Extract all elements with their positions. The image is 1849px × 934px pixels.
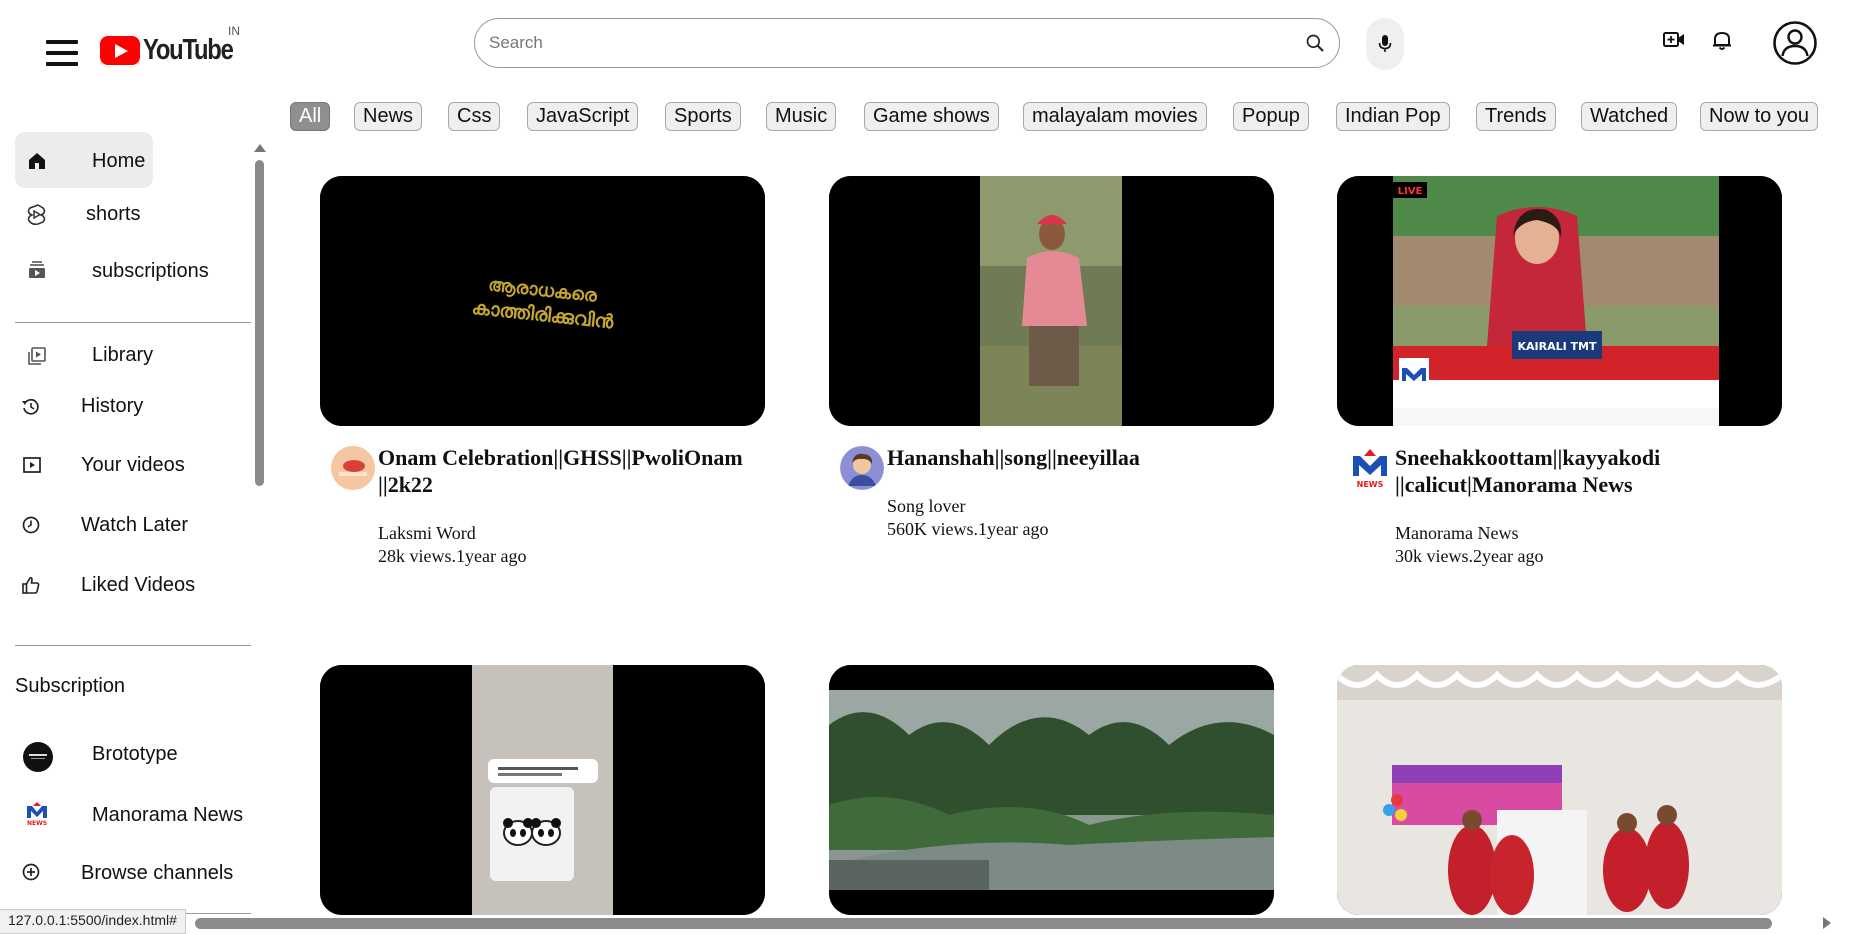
thumbnail-live-badge: LIVE (1398, 186, 1423, 197)
chip-news[interactable]: News (354, 102, 423, 131)
video-thumbnail[interactable] (320, 665, 765, 915)
search-icon[interactable] (1305, 33, 1325, 53)
thumbnail-panda-image (320, 665, 765, 915)
scroll-right-arrow[interactable] (1823, 917, 1831, 929)
video-stats: 28k views.1year ago (378, 546, 527, 566)
search-bar (474, 18, 1340, 68)
sidebar-scrollbar-thumb[interactable] (255, 160, 264, 486)
library-icon (28, 347, 46, 365)
manorama-news-avatar: NEWS (25, 800, 49, 827)
channel-avatar[interactable] (331, 446, 375, 490)
sidebar-item-label: subscriptions (92, 260, 209, 282)
sidebar-scroll-up-arrow[interactable] (254, 144, 266, 152)
country-code: IN (228, 24, 240, 38)
account-avatar-icon[interactable] (1773, 21, 1817, 65)
channel-name[interactable]: Manorama News (1395, 522, 1518, 545)
play-logo-icon (100, 35, 140, 65)
sidebar-item-label: Browse channels (81, 862, 234, 884)
thumbs-up-icon (22, 576, 40, 594)
history-icon (22, 398, 39, 415)
sidebar-item-liked-videos[interactable]: Liked Videos (15, 557, 215, 613)
chip-music[interactable]: Music (766, 102, 837, 131)
microphone-icon (1378, 35, 1392, 52)
chip-watched[interactable]: Watched (1581, 102, 1678, 131)
sidebar-item-your-videos[interactable]: Your videos (15, 437, 215, 493)
sidebar-item-label: History (81, 395, 144, 417)
channel-avatar[interactable]: NEWS (1348, 446, 1392, 490)
sidebar-item-label: shorts (86, 203, 141, 225)
create-video-icon[interactable] (1663, 30, 1685, 50)
thumbnail-stage-dance-image (1337, 665, 1782, 915)
thumbnail-person-image (829, 176, 1274, 426)
chip-all[interactable]: All (290, 102, 331, 131)
svg-text:NEWS: NEWS (27, 820, 47, 826)
video-title[interactable]: Onam Celebration||GHSS||PwoliOnam ||2k22 (378, 444, 778, 498)
menu-icon[interactable] (46, 40, 78, 70)
video-thumbnail[interactable] (1337, 665, 1782, 915)
video-thumbnail[interactable] (829, 176, 1274, 426)
channel-avatar[interactable] (840, 446, 884, 490)
home-icon (29, 153, 45, 169)
video-thumbnail[interactable]: ആരാധകരെ കാത്തിരിക്കുവിൻ (320, 176, 765, 426)
subscription-heading: Subscription (15, 675, 126, 697)
sidebar-item-label: Liked Videos (81, 574, 196, 596)
video-title[interactable]: Sneehakkoottam||kayyakodi ||calicut|Mano… (1395, 444, 1795, 498)
shorts-icon (27, 204, 46, 226)
clock-icon (22, 516, 40, 534)
chip-game-shows[interactable]: Game shows (864, 102, 999, 131)
chip-javascript[interactable]: JavaScript (527, 102, 639, 131)
chip-now-to-you[interactable]: Now to you (1700, 102, 1819, 131)
chip-css[interactable]: Css (448, 102, 501, 131)
add-circle-icon (22, 863, 40, 881)
sidebar-channel-manorama-news[interactable]: NEWS Manorama News (15, 786, 255, 842)
sidebar-divider (15, 645, 251, 646)
your-videos-icon (23, 457, 41, 473)
sidebar-channel-brototype[interactable]: Brototype (15, 726, 215, 782)
sidebar-item-label: Library (92, 344, 154, 366)
sidebar-item-label: Home (92, 150, 146, 172)
chip-indian-pop[interactable]: Indian Pop (1336, 102, 1450, 131)
sidebar-item-label: Your videos (81, 454, 185, 476)
horizontal-scrollbar-thumb[interactable] (195, 918, 1772, 929)
video-stats: 30k views.2year ago (1395, 546, 1544, 566)
sidebar-item-label: Manorama News (92, 804, 244, 826)
video-stats: 560K views.1year ago (887, 519, 1049, 539)
chip-popup[interactable]: Popup (1233, 102, 1309, 131)
chip-malayalam-movies[interactable]: malayalam movies (1023, 102, 1207, 131)
voice-search-button[interactable] (1366, 18, 1404, 70)
logo-text: YouTube (143, 33, 234, 66)
thumbnail-rain-image (829, 665, 1274, 915)
sidebar-item-history[interactable]: History (15, 378, 215, 434)
sidebar-item-browse-channels[interactable]: Browse channels (15, 844, 255, 900)
video-title[interactable]: Hananshah||song||neeyillaa (887, 444, 1287, 471)
channel-name[interactable]: Song lover (887, 495, 966, 518)
thumbnail-news-image: KAIRALI TMT LIVE (1337, 176, 1782, 426)
sidebar-item-label: Watch Later (81, 514, 189, 536)
sidebar-item-watch-later[interactable]: Watch Later (15, 497, 215, 553)
search-input[interactable] (487, 32, 1271, 54)
sidebar-item-home[interactable]: Home (15, 132, 153, 188)
chip-trends[interactable]: Trends (1476, 102, 1556, 131)
subscriptions-icon (29, 261, 45, 278)
brototype-avatar (23, 742, 53, 772)
status-bar-url: 127.0.0.1:5500/index.html# (0, 909, 186, 934)
thumbnail-title-art: ആരാധകരെ കാത്തിരിക്കുവിൻ (320, 176, 765, 426)
thumbnail-banner-text: KAIRALI TMT (1518, 340, 1597, 353)
channel-name[interactable]: Laksmi Word (378, 522, 476, 545)
notifications-bell-icon[interactable] (1711, 29, 1733, 51)
sidebar-divider (15, 322, 251, 323)
video-thumbnail[interactable]: KAIRALI TMT LIVE (1337, 176, 1782, 426)
sidebar: Home shorts subscriptions Library Histor… (0, 132, 256, 922)
sidebar-item-label: Brototype (92, 743, 178, 765)
video-thumbnail[interactable] (829, 665, 1274, 915)
sidebar-item-shorts[interactable]: shorts (15, 186, 215, 242)
sidebar-item-subscriptions[interactable]: subscriptions (15, 244, 235, 300)
sidebar-item-library[interactable]: Library (15, 326, 215, 382)
svg-text:NEWS: NEWS (1357, 480, 1384, 489)
chip-sports[interactable]: Sports (665, 102, 741, 131)
